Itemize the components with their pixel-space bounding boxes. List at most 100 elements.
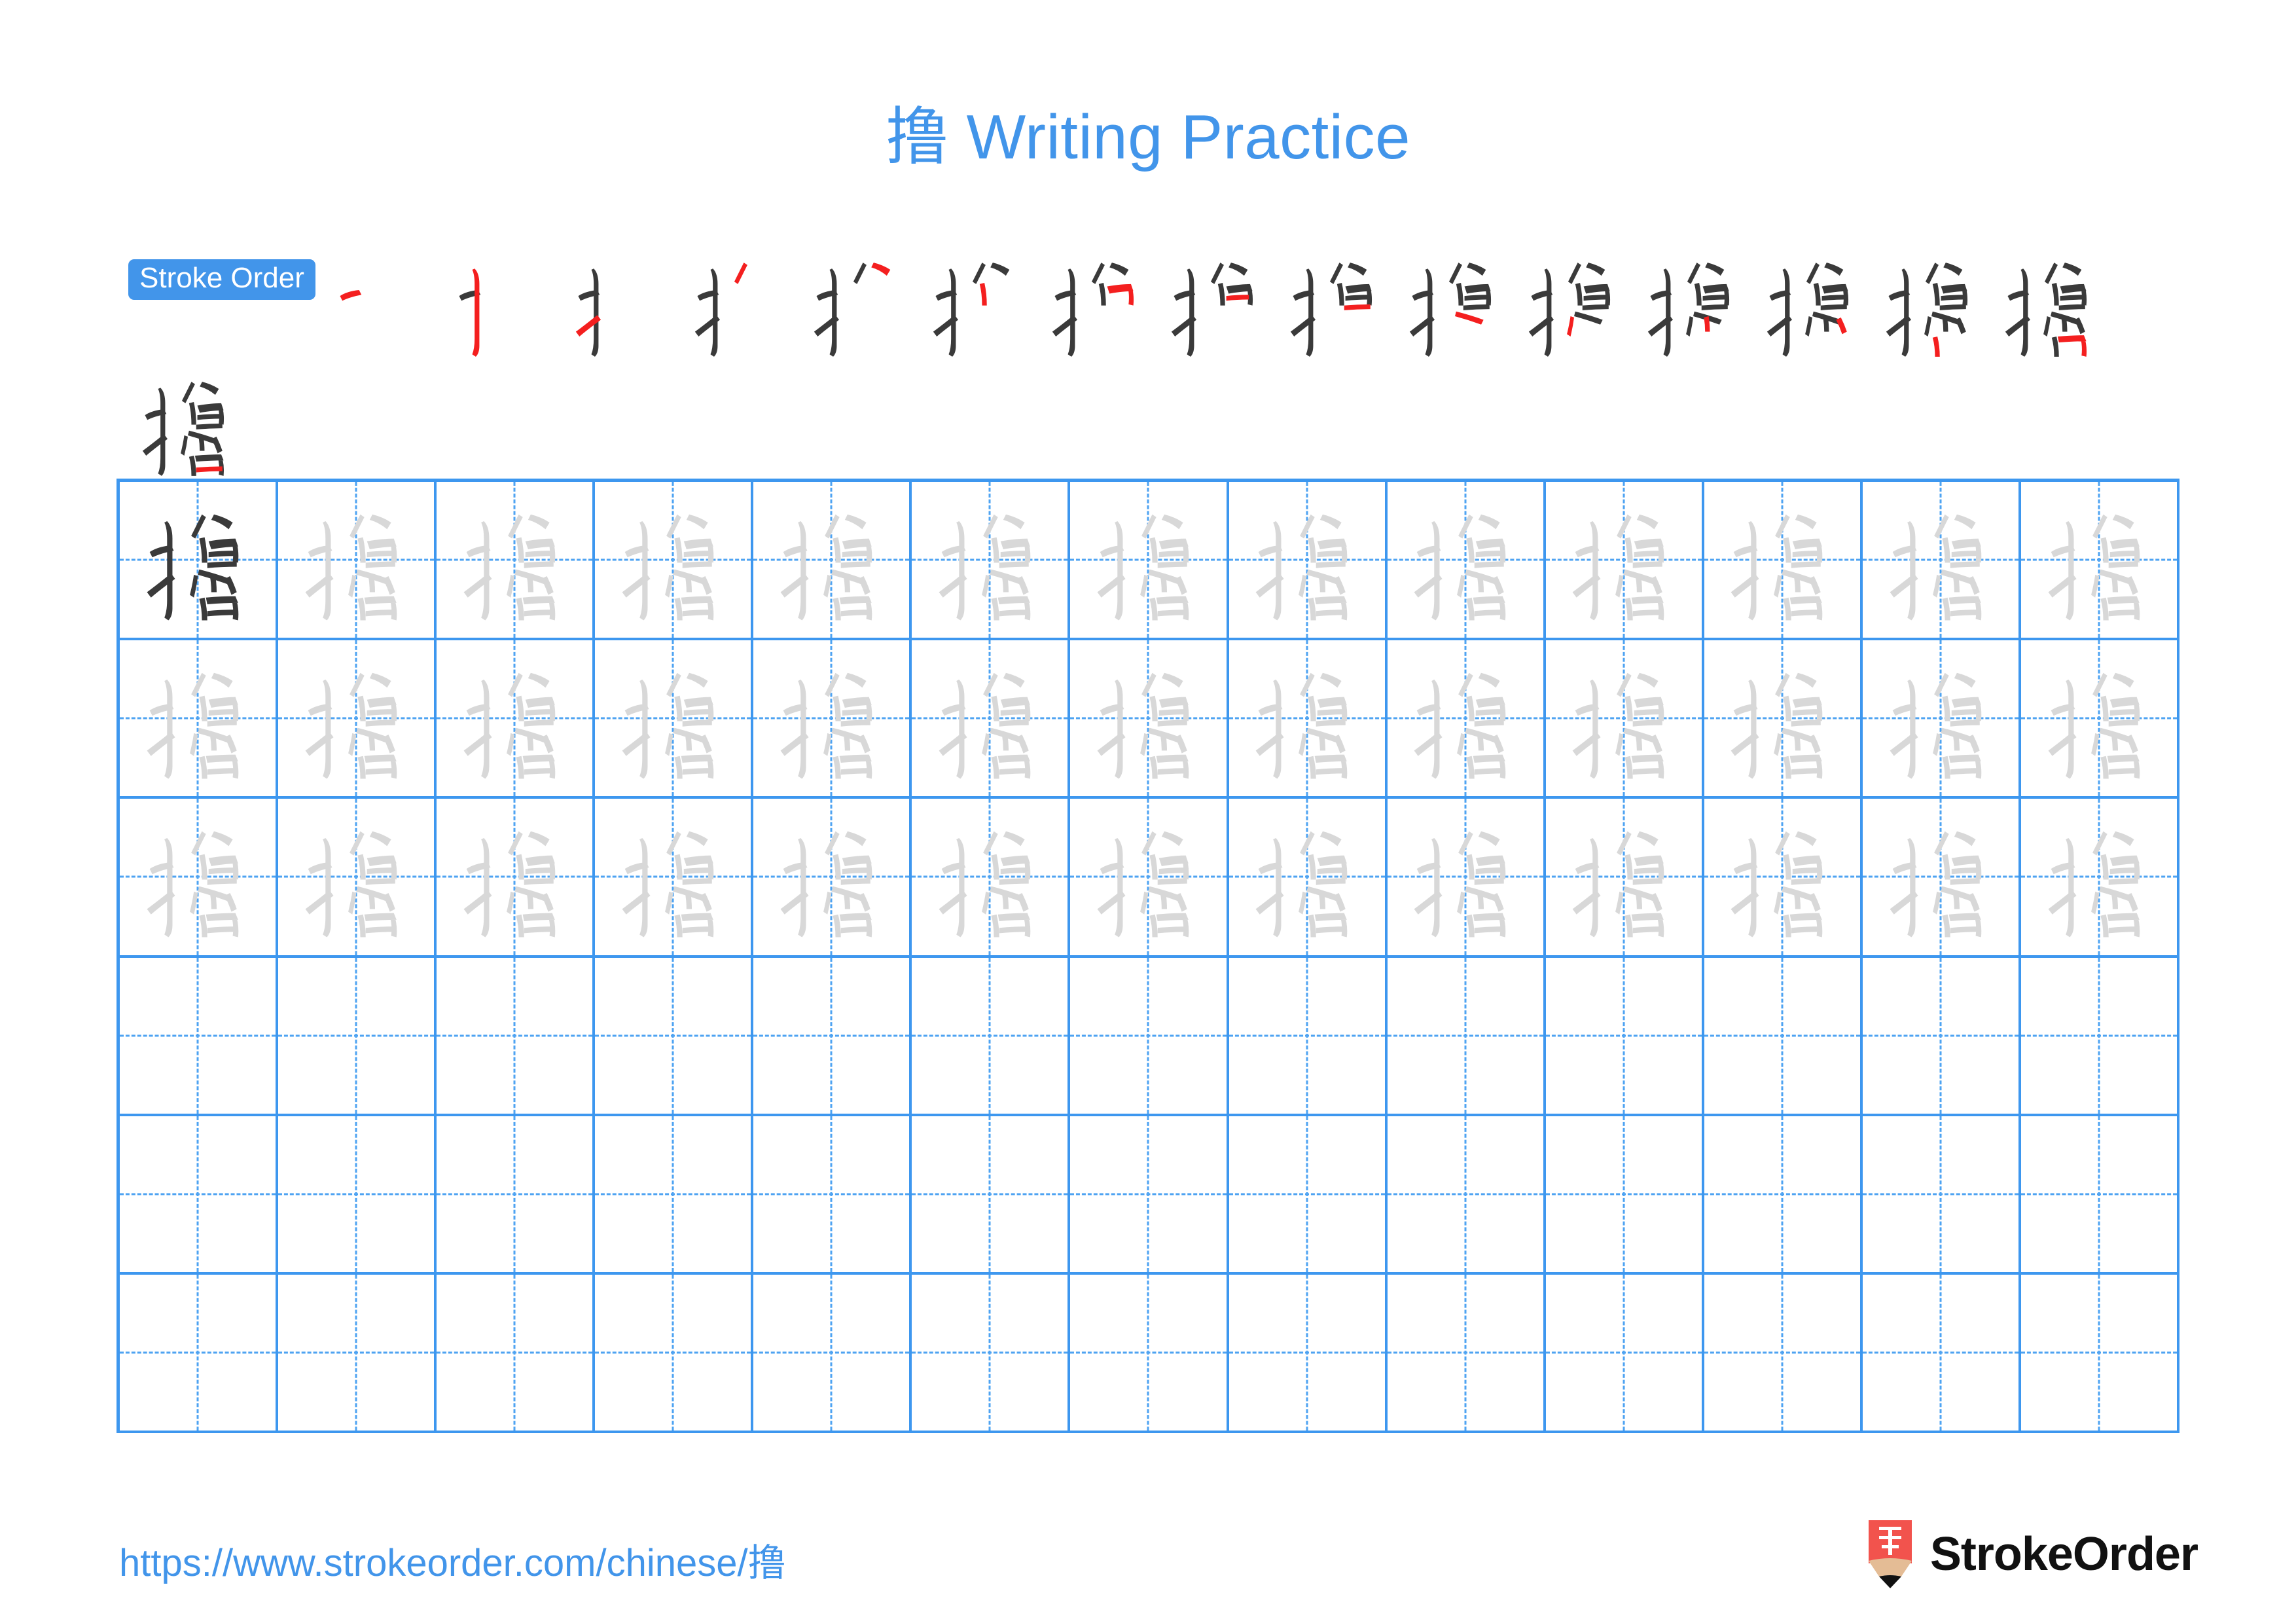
practice-cell[interactable] bbox=[912, 799, 1071, 958]
practice-cell[interactable] bbox=[1704, 640, 1863, 799]
traceable-character bbox=[2021, 482, 2177, 638]
practice-cell[interactable] bbox=[1862, 640, 2021, 799]
traceable-character bbox=[2021, 799, 2177, 955]
practice-cell[interactable] bbox=[1070, 482, 1229, 641]
practice-cell[interactable] bbox=[753, 1274, 912, 1433]
source-url[interactable]: https://www.strokeorder.com/chinese/撸 bbox=[119, 1532, 786, 1587]
practice-cell[interactable] bbox=[120, 957, 279, 1116]
practice-cell[interactable] bbox=[1704, 1274, 1863, 1433]
traceable-character bbox=[1070, 640, 1226, 796]
practice-cell[interactable] bbox=[753, 799, 912, 958]
practice-cell[interactable] bbox=[912, 1116, 1071, 1275]
practice-cell[interactable] bbox=[278, 482, 437, 641]
practice-cell[interactable] bbox=[120, 482, 279, 641]
stroke-step-14 bbox=[1872, 244, 1991, 363]
practice-cell[interactable] bbox=[912, 482, 1071, 641]
practice-cell[interactable] bbox=[437, 482, 596, 641]
traceable-character bbox=[1704, 640, 1860, 796]
practice-cell[interactable] bbox=[1229, 1274, 1388, 1433]
practice-cell[interactable] bbox=[1545, 957, 1704, 1116]
practice-cell[interactable] bbox=[1229, 482, 1388, 641]
practice-cell[interactable] bbox=[1229, 799, 1388, 958]
practice-cell[interactable] bbox=[2020, 482, 2179, 641]
traceable-character bbox=[753, 640, 909, 796]
practice-cell[interactable] bbox=[1545, 640, 1704, 799]
practice-cell[interactable] bbox=[1070, 799, 1229, 958]
practice-cell[interactable] bbox=[595, 482, 754, 641]
practice-cell[interactable] bbox=[278, 799, 437, 958]
traceable-character bbox=[278, 799, 434, 955]
practice-cell[interactable] bbox=[1862, 1116, 2021, 1275]
practice-cell[interactable] bbox=[1070, 640, 1229, 799]
practice-cell[interactable] bbox=[912, 957, 1071, 1116]
practice-cell[interactable] bbox=[1387, 957, 1546, 1116]
traceable-character bbox=[912, 799, 1067, 955]
practice-cell[interactable] bbox=[753, 957, 912, 1116]
practice-cell[interactable] bbox=[912, 1274, 1071, 1433]
practice-cell[interactable] bbox=[1704, 957, 1863, 1116]
practice-cell[interactable] bbox=[1704, 799, 1863, 958]
practice-cell[interactable] bbox=[1545, 799, 1704, 958]
practice-cell[interactable] bbox=[437, 640, 596, 799]
traceable-character bbox=[1388, 482, 1543, 638]
traceable-character bbox=[1704, 482, 1860, 638]
practice-cell[interactable] bbox=[595, 640, 754, 799]
practice-cell[interactable] bbox=[1862, 1274, 2021, 1433]
traceable-character bbox=[2021, 640, 2177, 796]
traceable-character bbox=[1229, 640, 1385, 796]
practice-cell[interactable] bbox=[753, 482, 912, 641]
practice-cell[interactable] bbox=[1387, 640, 1546, 799]
stroke-step-1 bbox=[323, 244, 442, 363]
stroke-step-4 bbox=[681, 244, 800, 363]
practice-cell[interactable] bbox=[1545, 1274, 1704, 1433]
traceable-character bbox=[912, 482, 1067, 638]
practice-cell[interactable] bbox=[120, 1116, 279, 1275]
stroke-step-10 bbox=[1395, 244, 1515, 363]
practice-cell[interactable] bbox=[437, 1116, 596, 1275]
practice-cell[interactable] bbox=[1070, 1116, 1229, 1275]
practice-cell[interactable] bbox=[1229, 640, 1388, 799]
stroke-step-6 bbox=[919, 244, 1038, 363]
practice-cell[interactable] bbox=[2020, 640, 2179, 799]
practice-cell[interactable] bbox=[120, 1274, 279, 1433]
practice-cell[interactable] bbox=[278, 957, 437, 1116]
practice-cell[interactable] bbox=[2020, 799, 2179, 958]
practice-cell[interactable] bbox=[2020, 957, 2179, 1116]
practice-cell[interactable] bbox=[1862, 482, 2021, 641]
practice-cell[interactable] bbox=[1704, 482, 1863, 641]
practice-cell[interactable] bbox=[595, 799, 754, 958]
practice-cell[interactable] bbox=[1545, 482, 1704, 641]
practice-cell[interactable] bbox=[437, 957, 596, 1116]
practice-cell[interactable] bbox=[1229, 1116, 1388, 1275]
practice-cell[interactable] bbox=[437, 1274, 596, 1433]
practice-cell[interactable] bbox=[1862, 799, 2021, 958]
brand-logo[interactable]: StrokeOrder bbox=[1865, 1520, 2198, 1588]
practice-cell[interactable] bbox=[1862, 957, 2021, 1116]
traceable-character bbox=[1388, 640, 1543, 796]
practice-cell[interactable] bbox=[278, 640, 437, 799]
practice-cell[interactable] bbox=[1229, 957, 1388, 1116]
practice-cell[interactable] bbox=[1387, 1116, 1546, 1275]
practice-cell[interactable] bbox=[120, 799, 279, 958]
practice-cell[interactable] bbox=[753, 640, 912, 799]
practice-cell[interactable] bbox=[1704, 1116, 1863, 1275]
practice-cell[interactable] bbox=[912, 640, 1071, 799]
practice-cell[interactable] bbox=[278, 1116, 437, 1275]
practice-cell[interactable] bbox=[1387, 482, 1546, 641]
practice-cell[interactable] bbox=[1545, 1116, 1704, 1275]
stroke-step-5 bbox=[800, 244, 919, 363]
practice-cell[interactable] bbox=[2020, 1274, 2179, 1433]
practice-cell[interactable] bbox=[120, 640, 279, 799]
practice-cell[interactable] bbox=[753, 1116, 912, 1275]
practice-cell[interactable] bbox=[595, 1116, 754, 1275]
practice-cell[interactable] bbox=[1070, 1274, 1229, 1433]
traceable-character bbox=[1863, 640, 2018, 796]
practice-cell[interactable] bbox=[1387, 1274, 1546, 1433]
practice-cell[interactable] bbox=[1070, 957, 1229, 1116]
practice-cell[interactable] bbox=[278, 1274, 437, 1433]
practice-cell[interactable] bbox=[595, 957, 754, 1116]
practice-cell[interactable] bbox=[2020, 1116, 2179, 1275]
practice-cell[interactable] bbox=[595, 1274, 754, 1433]
practice-cell[interactable] bbox=[437, 799, 596, 958]
practice-cell[interactable] bbox=[1387, 799, 1546, 958]
